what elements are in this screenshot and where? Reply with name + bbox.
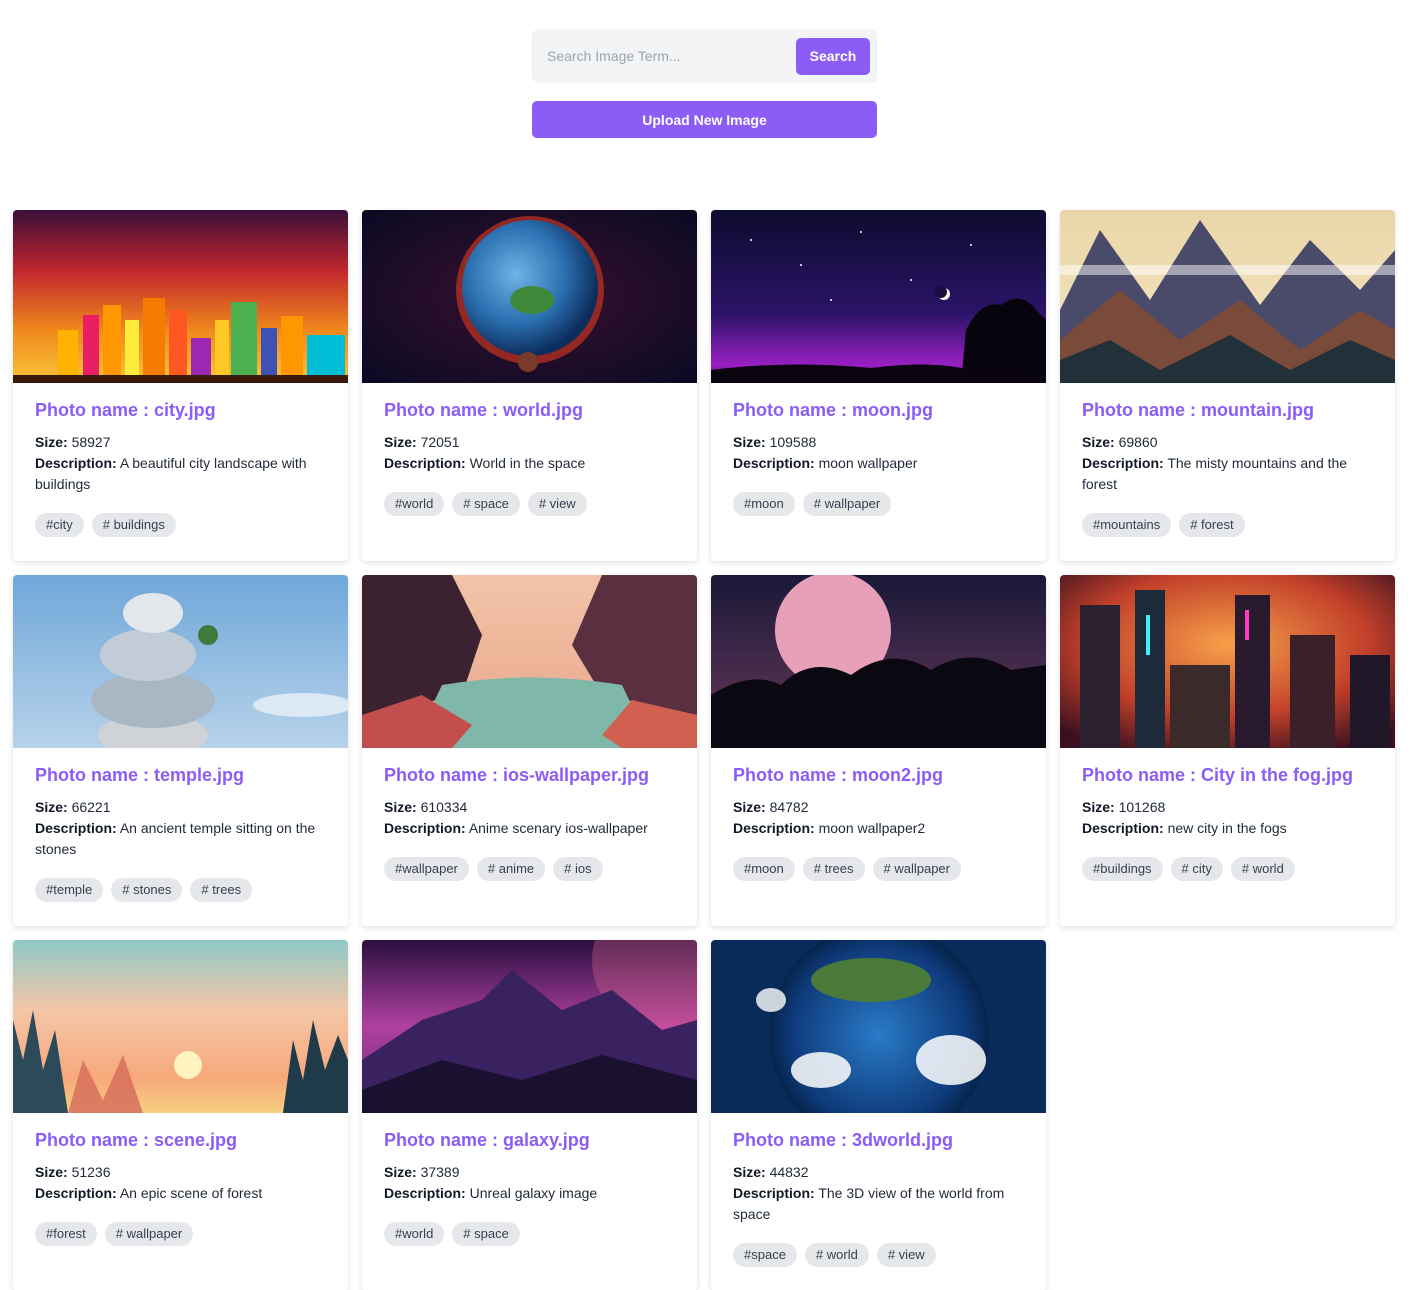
photo-description: Description: The 3D view of the world fr…	[733, 1185, 1005, 1222]
search-button[interactable]: Search	[796, 37, 870, 75]
tag[interactable]: #world	[384, 1222, 445, 1246]
tag[interactable]: #forest	[35, 1222, 97, 1246]
photo-title: Photo name : City in the fog.jpg	[1082, 765, 1353, 785]
tag[interactable]: # space	[452, 1222, 520, 1246]
tag-list: #forest # wallpaper	[35, 1222, 326, 1246]
photo-title: Photo name : temple.jpg	[35, 765, 245, 785]
tag[interactable]: # forest	[1179, 513, 1245, 537]
photo-description: Description: An ancient temple sitting o…	[35, 820, 316, 857]
photo-size: Size: 37389	[384, 1164, 460, 1180]
photo-description: Description: The misty mountains and the…	[1082, 455, 1348, 492]
image-grid: Photo name : city.jpg Size: 58927 Descri…	[13, 210, 1395, 1290]
photo-title: Photo name : moon.jpg	[733, 400, 933, 420]
tag-list: #temple # stones # trees	[35, 878, 326, 902]
tag[interactable]: #wallpaper	[384, 857, 469, 881]
photo-size: Size: 84782	[733, 799, 809, 815]
tag-list: #moon # trees # wallpaper	[733, 857, 1024, 881]
photo-title: Photo name : ios-wallpaper.jpg	[384, 765, 650, 785]
tag[interactable]: #temple	[35, 878, 104, 902]
pink-moon-image[interactable]	[711, 575, 1046, 748]
tag-list: #world # space # view	[384, 492, 675, 516]
tag-list: #world # space	[384, 1222, 675, 1246]
image-card[interactable]: Photo name : City in the fog.jpg Size: 1…	[1060, 575, 1395, 926]
photo-title: Photo name : scene.jpg	[35, 1130, 238, 1150]
image-card[interactable]: Photo name : world.jpg Size: 72051 Descr…	[362, 210, 697, 561]
crescent-moon-image[interactable]	[711, 210, 1046, 383]
tag[interactable]: # anime	[476, 857, 546, 881]
tag-list: #space # world # view	[733, 1243, 1024, 1267]
photo-title: Photo name : city.jpg	[35, 400, 216, 420]
tag[interactable]: # wallpaper	[802, 492, 892, 516]
photo-size: Size: 44832	[733, 1164, 809, 1180]
tag-list: #mountains # forest	[1082, 513, 1373, 537]
tag[interactable]: # world	[1230, 857, 1295, 881]
photo-size: Size: 69860	[1082, 434, 1158, 450]
misty-mountains-image[interactable]	[1060, 210, 1395, 383]
photo-size: Size: 610334	[384, 799, 468, 815]
photo-title: Photo name : galaxy.jpg	[384, 1130, 590, 1150]
photo-size: Size: 66221	[35, 799, 111, 815]
photo-title: Photo name : world.jpg	[384, 400, 583, 420]
stacked-stones-image[interactable]	[13, 575, 348, 748]
neon-city-image[interactable]	[1060, 575, 1395, 748]
tag[interactable]: # trees	[802, 857, 865, 881]
image-card[interactable]: Photo name : temple.jpg Size: 66221 Desc…	[13, 575, 348, 926]
search-input[interactable]	[547, 48, 796, 64]
tag[interactable]: #city	[35, 513, 84, 537]
tag[interactable]: # space	[452, 492, 520, 516]
purple-mountains-image[interactable]	[362, 940, 697, 1113]
image-card[interactable]: Photo name : galaxy.jpg Size: 37389 Desc…	[362, 940, 697, 1290]
tag[interactable]: #mountains	[1082, 513, 1172, 537]
photo-size: Size: 72051	[384, 434, 460, 450]
photo-size: Size: 101268	[1082, 799, 1166, 815]
photo-title: Photo name : moon2.jpg	[733, 765, 943, 785]
forest-sunset-image[interactable]	[13, 940, 348, 1113]
tag[interactable]: # city	[1170, 857, 1223, 881]
tag[interactable]: #moon	[733, 492, 795, 516]
tag[interactable]: # ios	[553, 857, 603, 881]
earth-in-space-image[interactable]	[362, 210, 697, 383]
image-card[interactable]: Photo name : ios-wallpaper.jpg Size: 610…	[362, 575, 697, 926]
image-card[interactable]: Photo name : mountain.jpg Size: 69860 De…	[1060, 210, 1395, 561]
photo-description: Description: Unreal galaxy image	[384, 1185, 598, 1201]
photo-description: Description: moon wallpaper2	[733, 820, 926, 836]
photo-description: Description: moon wallpaper	[733, 455, 918, 471]
tag[interactable]: # view	[876, 1243, 936, 1267]
upload-image-button[interactable]: Upload New Image	[532, 101, 877, 138]
tag[interactable]: #moon	[733, 857, 795, 881]
photo-title: Photo name : 3dworld.jpg	[733, 1130, 953, 1150]
tag[interactable]: # buildings	[91, 513, 176, 537]
tag[interactable]: # trees	[190, 878, 253, 902]
photo-title: Photo name : mountain.jpg	[1082, 400, 1314, 420]
canyon-river-image[interactable]	[362, 575, 697, 748]
tag[interactable]: # stones	[111, 878, 183, 902]
tag[interactable]: # view	[527, 492, 587, 516]
tag[interactable]: #space	[733, 1243, 797, 1267]
photo-size: Size: 58927	[35, 434, 111, 450]
3d-earth-image[interactable]	[711, 940, 1046, 1113]
photo-description: Description: An epic scene of forest	[35, 1185, 263, 1201]
tag-list: #buildings # city # world	[1082, 857, 1373, 881]
photo-description: Description: new city in the fogs	[1082, 820, 1287, 836]
tag[interactable]: # wallpaper	[104, 1222, 194, 1246]
image-card[interactable]: Photo name : city.jpg Size: 58927 Descri…	[13, 210, 348, 561]
tag-list: #city # buildings	[35, 513, 326, 537]
photo-size: Size: 109588	[733, 434, 817, 450]
image-card[interactable]: Photo name : 3dworld.jpg Size: 44832 Des…	[711, 940, 1046, 1290]
tag[interactable]: #world	[384, 492, 445, 516]
tag[interactable]: #buildings	[1082, 857, 1163, 881]
photo-description: Description: A beautiful city landscape …	[35, 455, 307, 492]
image-card[interactable]: Photo name : moon.jpg Size: 109588 Descr…	[711, 210, 1046, 561]
search-bar: Search	[532, 30, 877, 82]
image-card[interactable]: Photo name : scene.jpg Size: 51236 Descr…	[13, 940, 348, 1290]
image-card[interactable]: Photo name : moon2.jpg Size: 84782 Descr…	[711, 575, 1046, 926]
tag[interactable]: # world	[804, 1243, 869, 1267]
photo-size: Size: 51236	[35, 1164, 111, 1180]
tag-list: #moon # wallpaper	[733, 492, 1024, 516]
tag-list: #wallpaper # anime # ios	[384, 857, 675, 881]
city-skyline-image[interactable]	[13, 210, 348, 383]
photo-description: Description: Anime scenary ios-wallpaper	[384, 820, 648, 836]
photo-description: Description: World in the space	[384, 455, 586, 471]
tag[interactable]: # wallpaper	[872, 857, 961, 881]
